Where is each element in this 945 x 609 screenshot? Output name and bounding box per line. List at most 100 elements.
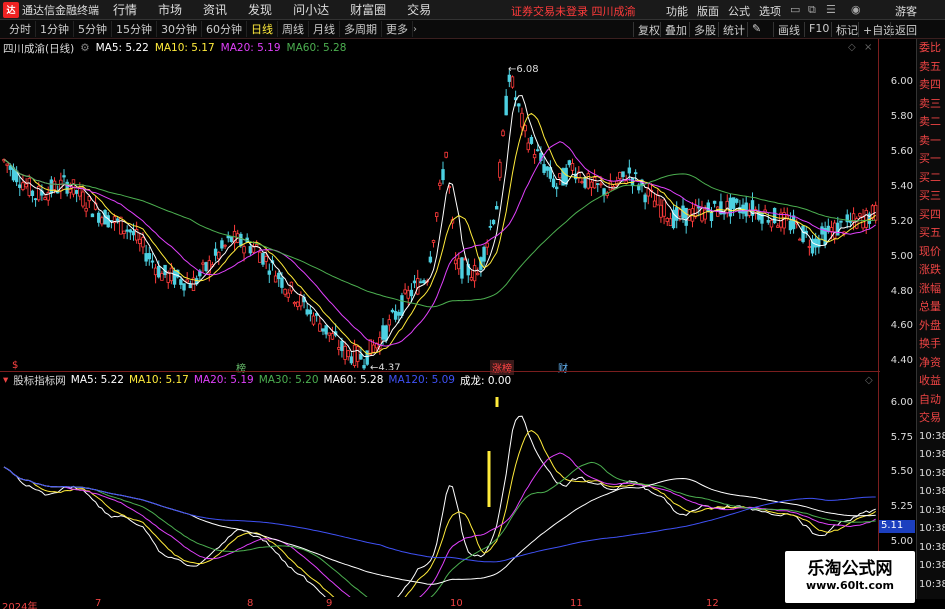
menu-news[interactable]: 资讯 — [203, 1, 227, 18]
chevron-right-icon[interactable]: › — [413, 24, 417, 35]
diamond-icon-2[interactable]: ◇ — [865, 375, 873, 386]
candle-body — [30, 190, 35, 197]
indicator-chart[interactable] — [0, 389, 878, 597]
candle-body — [223, 244, 227, 247]
candle-body — [813, 238, 818, 248]
period-daily[interactable]: 日线 — [247, 21, 278, 37]
tool-multi-stock[interactable]: 多股 — [689, 22, 716, 37]
candle-body — [318, 323, 322, 332]
candle-body — [397, 311, 401, 316]
avatar-icon[interactable]: ◉ — [851, 3, 861, 16]
tool-adjust[interactable]: 复权 — [633, 22, 660, 37]
side-label[interactable]: 委比 — [917, 39, 945, 58]
candle-body — [807, 246, 812, 248]
side-label[interactable]: 买四 — [917, 206, 945, 225]
side-label[interactable]: 卖一 — [917, 132, 945, 151]
menu-layout[interactable]: 版面 — [697, 3, 719, 19]
tool-overlay[interactable]: 叠加 — [660, 22, 687, 37]
marker-finance[interactable]: 财 — [558, 360, 568, 375]
marker-dollar[interactable]: $ — [12, 360, 18, 371]
side-auto-label[interactable]: 自动 — [917, 391, 945, 410]
guest-label[interactable]: 游客 — [895, 3, 917, 19]
side-label[interactable]: 买二 — [917, 169, 945, 188]
period-monthly[interactable]: 月线 — [309, 21, 340, 37]
ind-chenglong: 成龙: 0.00 — [459, 374, 512, 387]
period-15min[interactable]: 15分钟 — [112, 21, 157, 37]
tool-mark[interactable]: 标记 — [831, 22, 858, 37]
window-icon[interactable]: ⧉ — [808, 3, 816, 17]
diamond-icon[interactable]: ◇ — [848, 42, 856, 53]
side-label[interactable]: 买三 — [917, 187, 945, 206]
side-label[interactable]: 涨幅 — [917, 280, 945, 299]
tool-stats[interactable]: 统计 — [718, 22, 745, 37]
period-more[interactable]: 更多 — [382, 21, 413, 37]
login-status[interactable]: 证券交易未登录 四川成渝 — [511, 3, 636, 19]
settings-gear-icon[interactable]: ⚙ — [80, 42, 89, 54]
side-label[interactable]: 净资 — [917, 354, 945, 373]
side-label[interactable]: 卖二 — [917, 113, 945, 132]
side-label[interactable]: 总量 — [917, 298, 945, 317]
price-tick: 5.20 — [890, 215, 913, 227]
tool-draw-icon[interactable]: ✎ — [747, 22, 761, 37]
panel-divider[interactable] — [0, 371, 880, 372]
side-label[interactable]: 外盘 — [917, 317, 945, 336]
side-label[interactable]: 换手 — [917, 335, 945, 354]
side-label[interactable]: 卖四 — [917, 76, 945, 95]
minimize-icon[interactable]: ▭ — [790, 3, 800, 16]
period-5min[interactable]: 5分钟 — [74, 21, 112, 37]
period-60min[interactable]: 60分钟 — [202, 21, 247, 37]
menu-quotes[interactable]: 行情 — [113, 1, 137, 18]
candle-body — [510, 76, 515, 88]
period-timeshare[interactable]: 分时 — [5, 21, 36, 37]
candle-body — [340, 340, 344, 352]
period-30min[interactable]: 30分钟 — [157, 21, 202, 37]
indicator-ma10-line — [3, 430, 876, 597]
indicator-dropdown-icon[interactable]: ▾ — [3, 374, 8, 386]
period-multi[interactable]: 多周期 — [340, 21, 382, 37]
candle-body — [438, 182, 442, 186]
candle-body — [627, 167, 632, 174]
candle-body — [725, 200, 729, 213]
main-ma10: MA10: 5.17 — [154, 42, 215, 54]
candle-body — [119, 216, 123, 235]
candle-body — [693, 205, 698, 218]
menu-formula[interactable]: 公式 — [728, 3, 750, 19]
side-label[interactable]: 现价 — [917, 243, 945, 262]
candle-body — [387, 319, 392, 326]
side-label[interactable]: 卖三 — [917, 95, 945, 114]
side-label[interactable]: 买一 — [917, 150, 945, 169]
side-label[interactable]: 涨跌 — [917, 261, 945, 280]
trade-time: 10:38 — [919, 560, 945, 571]
menu-wealth[interactable]: 财富圈 — [350, 1, 386, 18]
menu-options[interactable]: 选项 — [759, 3, 781, 19]
candle-body — [422, 280, 426, 284]
side-label[interactable]: 买五 — [917, 224, 945, 243]
quote-side-panel: 委比 卖五 卖四 卖三 卖二 卖一 买一 买二 买三 买四 买五 现价 涨跌 涨… — [916, 39, 945, 599]
period-1min[interactable]: 1分钟 — [36, 21, 74, 37]
menu-ask[interactable]: 问小达 — [293, 1, 329, 18]
candle-body — [122, 230, 126, 234]
tool-f10[interactable]: F10 — [804, 22, 829, 37]
indicator-tick: 5.00 — [890, 535, 913, 547]
menu-market[interactable]: 市场 — [158, 1, 182, 18]
tool-add-favorite[interactable]: +自选 — [858, 22, 894, 37]
side-trade-label[interactable]: 交易 — [917, 409, 945, 428]
tool-back[interactable]: 返回 — [890, 22, 917, 37]
candle-body — [712, 200, 717, 204]
period-weekly[interactable]: 周线 — [278, 21, 309, 37]
stock-title[interactable]: 四川成渝(日线) — [3, 41, 74, 56]
side-label[interactable]: 收益 — [917, 372, 945, 391]
candle-body — [254, 244, 259, 247]
candlestick-chart[interactable]: ←6.08 ←4.37 — [0, 56, 878, 370]
tool-draw[interactable]: 画线 — [773, 22, 800, 37]
menu-discover[interactable]: 发现 — [248, 1, 272, 18]
menu-trade[interactable]: 交易 — [407, 1, 431, 18]
ind-ma5: MA5: 5.22 — [70, 374, 124, 386]
menu-icon[interactable]: ☰ — [826, 3, 836, 16]
side-label[interactable]: 卖五 — [917, 58, 945, 77]
indicator-title[interactable]: 股标指标网 — [13, 373, 66, 388]
candle-body — [703, 209, 707, 220]
close-panel-icon[interactable]: × — [864, 42, 872, 53]
menu-function[interactable]: 功能 — [666, 3, 688, 19]
candle-body — [84, 207, 88, 212]
